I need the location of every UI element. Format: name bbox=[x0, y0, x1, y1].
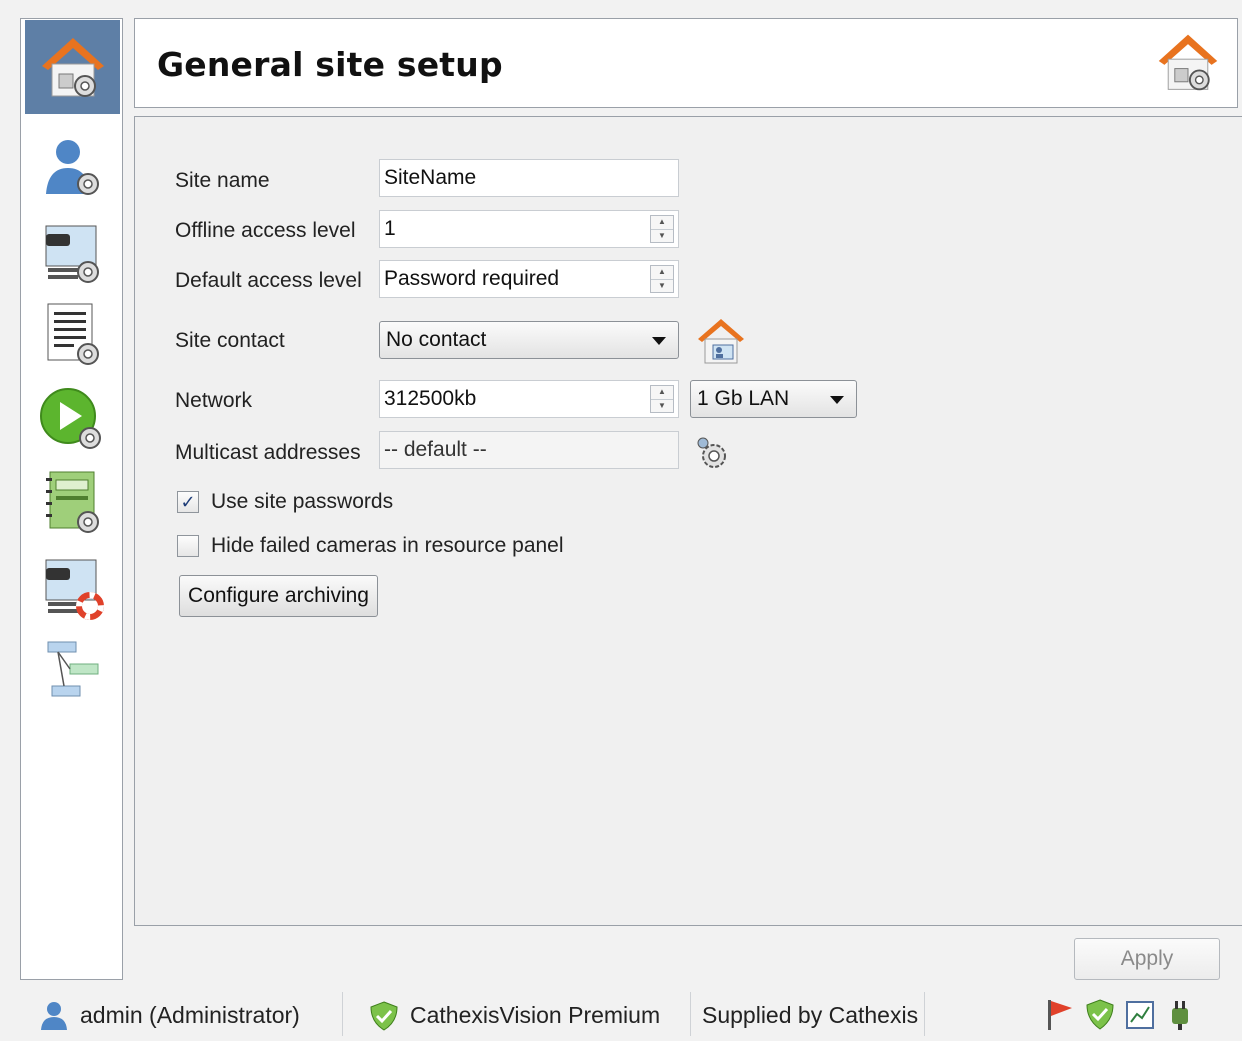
list-settings-icon bbox=[47, 303, 99, 365]
use-site-passwords-checkbox[interactable]: ✓ bbox=[177, 491, 199, 513]
sidebar-item-users[interactable] bbox=[25, 129, 120, 209]
settings-panel: Site name SiteName Offline access level … bbox=[134, 116, 1242, 926]
site-contact-label: Site contact bbox=[175, 329, 285, 352]
default-access-label: Default access level bbox=[175, 269, 362, 292]
status-product: CathexisVision Premium bbox=[368, 990, 660, 1041]
hide-failed-cameras-checkbox[interactable] bbox=[177, 535, 199, 557]
default-access-value: Password required bbox=[384, 267, 560, 290]
status-supplier: Supplied by Cathexis bbox=[702, 1002, 919, 1028]
status-separator bbox=[342, 992, 343, 1036]
site-settings-icon bbox=[41, 38, 104, 97]
apply-button[interactable]: Apply bbox=[1074, 938, 1220, 980]
network-value: 312500kb bbox=[384, 387, 477, 410]
default-access-spinbox[interactable]: Password required ▲ ▼ bbox=[379, 260, 679, 298]
notebook-settings-icon bbox=[45, 471, 99, 533]
user-icon bbox=[38, 1000, 70, 1032]
plug-icon[interactable] bbox=[1164, 998, 1196, 1037]
camera-settings-icon bbox=[45, 225, 99, 283]
site-contact-value: No contact bbox=[386, 328, 487, 351]
sidebar-item-notebook[interactable] bbox=[25, 463, 120, 543]
multicast-settings-button[interactable] bbox=[695, 435, 731, 476]
site-name-input[interactable]: SiteName bbox=[379, 159, 679, 197]
site-name-label: Site name bbox=[175, 169, 270, 192]
sidebar bbox=[20, 18, 123, 980]
sidebar-item-playback[interactable] bbox=[25, 379, 120, 459]
network-speed-select[interactable]: 1 Gb LAN bbox=[690, 380, 857, 418]
offline-access-label: Offline access level bbox=[175, 219, 356, 242]
use-site-passwords-label: Use site passwords bbox=[211, 490, 394, 513]
hide-failed-cameras-label: Hide failed cameras in resource panel bbox=[211, 534, 564, 557]
configure-archiving-button[interactable]: Configure archiving bbox=[179, 575, 378, 617]
offline-access-stepper[interactable]: ▲ ▼ bbox=[650, 215, 674, 243]
chart-icon[interactable] bbox=[1124, 998, 1156, 1037]
site-contact-button[interactable] bbox=[695, 315, 747, 372]
sidebar-item-cameras[interactable] bbox=[25, 213, 120, 293]
network-stepper[interactable]: ▲ ▼ bbox=[650, 385, 674, 413]
flag-icon[interactable] bbox=[1044, 998, 1076, 1037]
sidebar-item-hierarchy[interactable] bbox=[25, 631, 120, 711]
shield-check-icon[interactable] bbox=[1084, 998, 1116, 1037]
network-speed-value: 1 Gb LAN bbox=[697, 387, 790, 410]
site-contact-select[interactable]: No contact bbox=[379, 321, 679, 359]
sidebar-item-camera-support[interactable] bbox=[25, 547, 120, 627]
chevron-down-icon bbox=[830, 396, 844, 404]
camera-lifebuoy-icon bbox=[45, 559, 104, 620]
use-site-passwords-row[interactable]: ✓ Use site passwords bbox=[177, 489, 393, 515]
offline-access-spinbox[interactable]: 1 ▲ ▼ bbox=[379, 210, 679, 248]
house-contact-icon bbox=[698, 319, 744, 364]
status-separator bbox=[924, 992, 925, 1036]
status-tray bbox=[1044, 998, 1196, 1037]
sidebar-item-site-setup[interactable] bbox=[25, 20, 120, 114]
spin-up-icon[interactable]: ▲ bbox=[651, 216, 673, 229]
play-settings-icon bbox=[39, 388, 101, 449]
user-settings-icon bbox=[45, 140, 99, 195]
network-spinbox[interactable]: 312500kb ▲ ▼ bbox=[379, 380, 679, 418]
default-access-stepper[interactable]: ▲ ▼ bbox=[650, 265, 674, 293]
site-settings-icon bbox=[1155, 29, 1221, 100]
sidebar-item-lists[interactable] bbox=[25, 295, 120, 375]
chevron-down-icon bbox=[652, 337, 666, 345]
spin-up-icon[interactable]: ▲ bbox=[651, 266, 673, 279]
status-user-text: admin (Administrator) bbox=[80, 1002, 300, 1028]
spin-up-icon[interactable]: ▲ bbox=[651, 386, 673, 399]
hierarchy-icon bbox=[47, 641, 98, 697]
spin-down-icon[interactable]: ▼ bbox=[651, 228, 673, 243]
spin-down-icon[interactable]: ▼ bbox=[651, 398, 673, 413]
status-user: admin (Administrator) bbox=[38, 990, 300, 1041]
status-bar: admin (Administrator) CathexisVision Pre… bbox=[0, 990, 1242, 1041]
page-title: General site setup bbox=[157, 45, 503, 84]
gear-icon bbox=[697, 437, 726, 468]
multicast-field: -- default -- bbox=[379, 431, 679, 469]
hide-failed-cameras-row[interactable]: Hide failed cameras in resource panel bbox=[177, 533, 564, 559]
page-header: General site setup bbox=[134, 18, 1238, 108]
offline-access-value: 1 bbox=[384, 217, 396, 240]
status-product-text: CathexisVision Premium bbox=[410, 1002, 661, 1028]
network-label: Network bbox=[175, 389, 253, 412]
multicast-label: Multicast addresses bbox=[175, 441, 361, 464]
spin-down-icon[interactable]: ▼ bbox=[651, 278, 673, 293]
status-separator bbox=[690, 992, 691, 1036]
shield-check-icon bbox=[368, 1000, 400, 1032]
